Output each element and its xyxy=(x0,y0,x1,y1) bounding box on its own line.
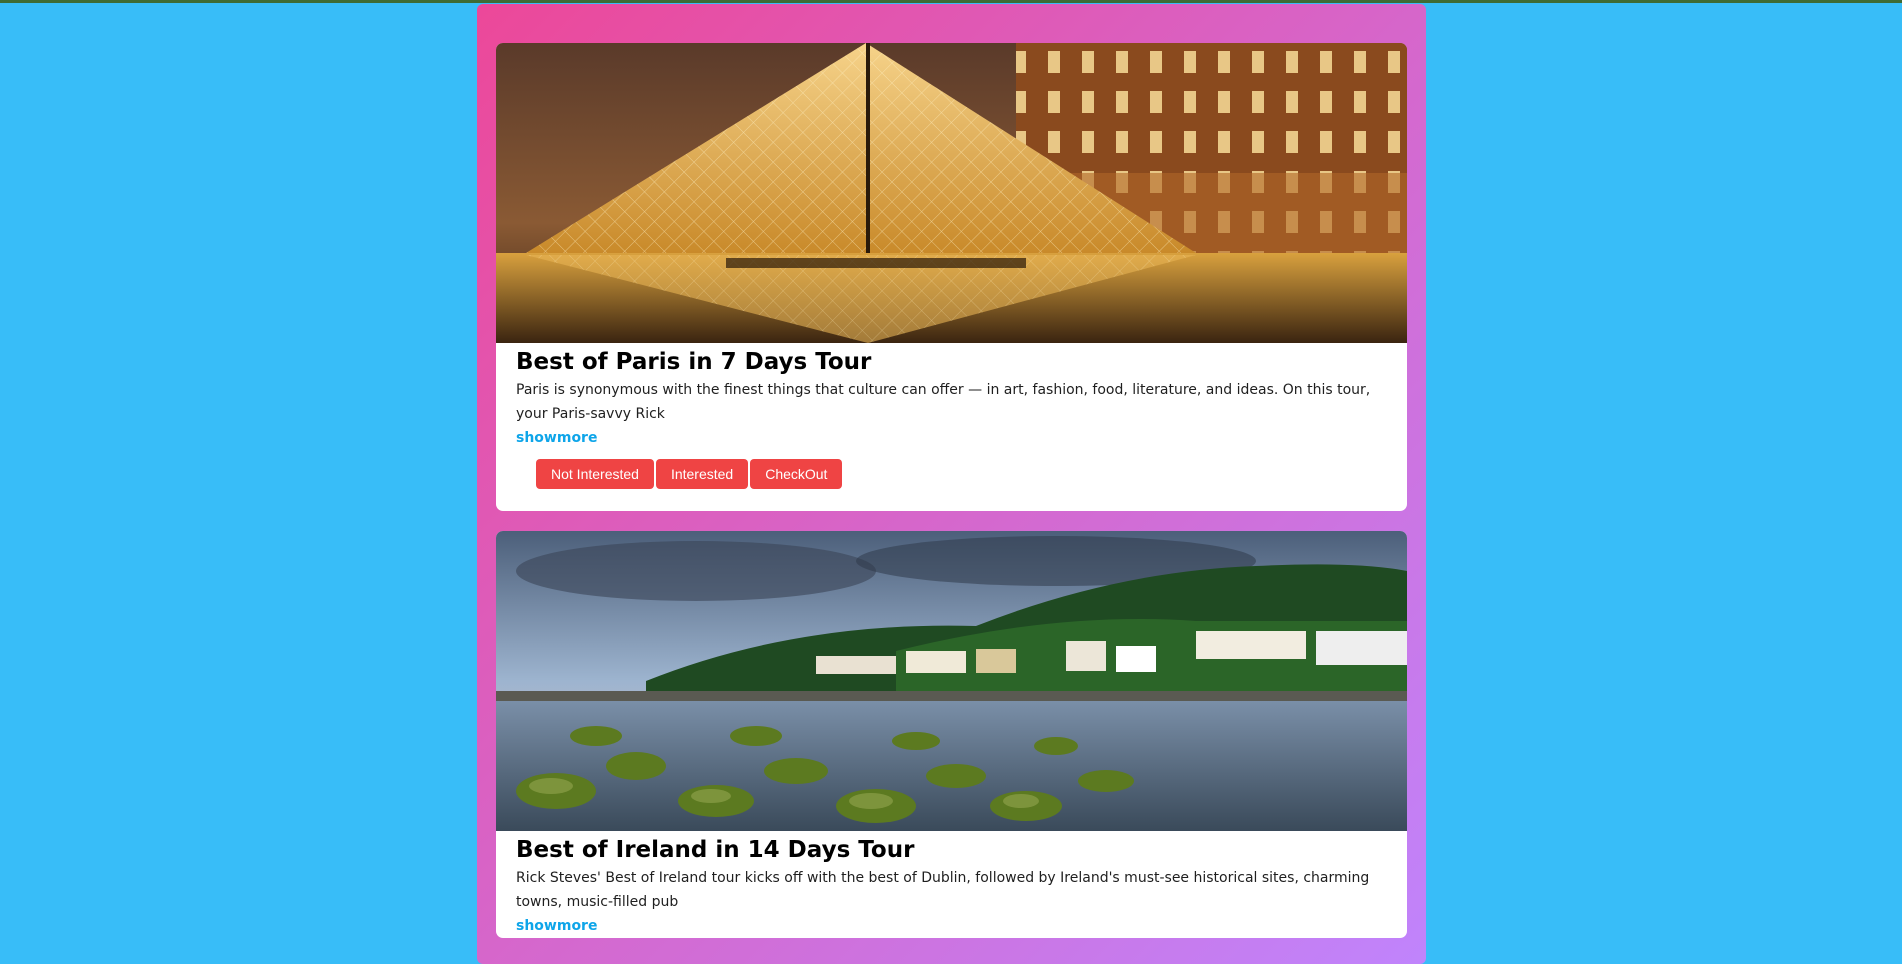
tour-description: Paris is synonymous with the finest thin… xyxy=(516,382,1371,422)
show-more-link[interactable]: showmore xyxy=(516,914,597,938)
interested-button[interactable]: Interested xyxy=(655,459,749,489)
tour-card-body: Best of Paris in 7 Days Tour Paris is sy… xyxy=(496,343,1407,450)
checkout-button[interactable]: CheckOut xyxy=(750,459,843,489)
not-interested-button[interactable]: Not Interested xyxy=(536,459,654,489)
show-more-link[interactable]: showmore xyxy=(516,426,597,450)
tour-actions: Not Interested Interested CheckOut xyxy=(496,450,1407,511)
tour-title: Best of Paris in 7 Days Tour xyxy=(516,349,872,375)
top-strip xyxy=(0,0,1902,3)
tours-container: Best of Paris in 7 Days Tour Paris is sy… xyxy=(477,4,1426,964)
tour-image-ireland xyxy=(496,531,1407,831)
tour-title: Best of Ireland in 14 Days Tour xyxy=(516,837,915,863)
tour-image-paris xyxy=(496,43,1407,343)
tour-card-ireland: Best of Ireland in 14 Days Tour Rick Ste… xyxy=(496,531,1407,938)
tour-card-body: Best of Ireland in 14 Days Tour Rick Ste… xyxy=(496,831,1407,938)
tour-card-paris: Best of Paris in 7 Days Tour Paris is sy… xyxy=(496,43,1407,511)
tour-description: Rick Steves' Best of Ireland tour kicks … xyxy=(516,870,1370,910)
